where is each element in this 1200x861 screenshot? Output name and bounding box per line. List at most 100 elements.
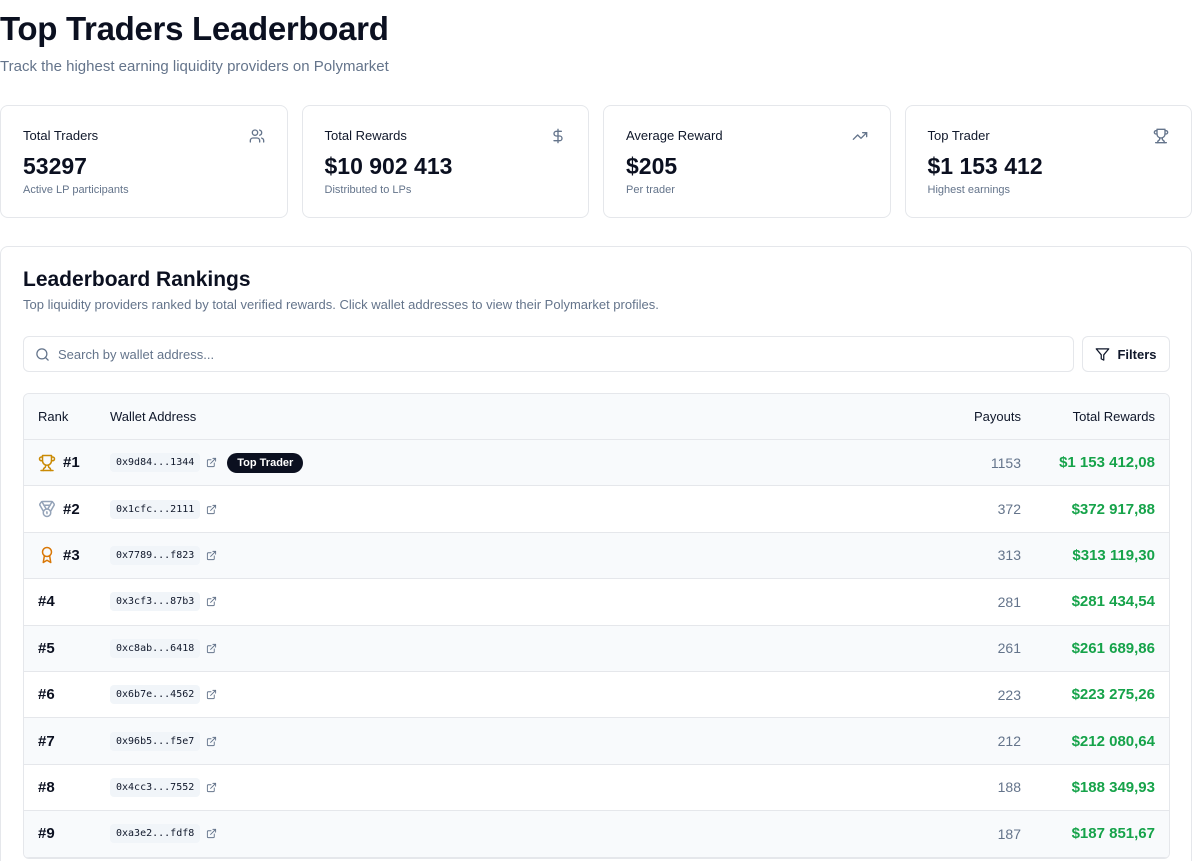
header-rank[interactable]: Rank bbox=[38, 409, 68, 424]
external-link-icon[interactable] bbox=[206, 643, 217, 654]
table-row[interactable]: #1 0x9d84...1344 Top Trader 1153 $1 153 … bbox=[24, 440, 1169, 487]
payouts-cell: 372 bbox=[997, 501, 1021, 518]
wallet-cell: 0x96b5...f5e7 bbox=[110, 718, 217, 763]
wallet-cell: 0x6b7e...4562 bbox=[110, 672, 217, 717]
wallet-address-link[interactable]: 0x9d84...1344 bbox=[110, 453, 201, 473]
payouts-cell: 281 bbox=[997, 593, 1021, 610]
leaderboard-description: Top liquidity providers ranked by total … bbox=[23, 297, 659, 312]
payouts-cell: 187 bbox=[997, 825, 1021, 842]
rank-cell: #1 bbox=[38, 440, 80, 485]
rewards-cell: $188 349,93 bbox=[1071, 778, 1155, 796]
table-row[interactable]: #4 0x3cf3...87b3 281 $281 434,54 bbox=[24, 579, 1169, 626]
stat-card-total-traders: Total Traders 53297 Active LP participan… bbox=[0, 105, 288, 218]
rank-text: #7 bbox=[38, 732, 55, 750]
wallet-cell: 0x9d84...1344 Top Trader bbox=[110, 440, 304, 485]
stat-card-total-rewards: Total Rewards $10 902 413 Distributed to… bbox=[301, 105, 589, 218]
external-link-icon[interactable] bbox=[206, 828, 217, 839]
rewards-cell: $313 119,30 bbox=[1072, 546, 1155, 564]
stat-value: $10 902 413 bbox=[324, 153, 453, 179]
rank-cell: #5 bbox=[38, 626, 55, 671]
wallet-address-link[interactable]: 0x4cc3...7552 bbox=[110, 777, 201, 797]
rewards-cell: $281 434,54 bbox=[1071, 593, 1155, 611]
stats-row: Total Traders 53297 Active LP participan… bbox=[0, 105, 1192, 218]
stat-label: Top Trader bbox=[927, 128, 990, 143]
external-link-icon[interactable] bbox=[206, 550, 217, 561]
rank-cell: #4 bbox=[38, 579, 55, 624]
external-link-icon[interactable] bbox=[206, 689, 217, 700]
rank-cell: #9 bbox=[38, 811, 55, 856]
rewards-cell: $212 080,64 bbox=[1071, 732, 1155, 750]
stat-caption: Distributed to LPs bbox=[324, 184, 412, 196]
stat-caption: Per trader bbox=[626, 184, 675, 196]
rank-text: #2 bbox=[63, 500, 80, 518]
trophy-icon bbox=[1153, 128, 1169, 144]
rewards-cell: $187 851,67 bbox=[1071, 825, 1155, 843]
table-row[interactable]: #2 0x1cfc...2111 372 $372 917,88 bbox=[24, 486, 1169, 533]
header-payouts[interactable]: Payouts bbox=[974, 409, 1021, 424]
payouts-cell: 1153 bbox=[990, 454, 1021, 471]
award-icon bbox=[41, 547, 53, 564]
rank-text: #6 bbox=[38, 686, 55, 704]
stat-label: Total Rewards bbox=[324, 128, 407, 143]
wallet-address-link[interactable]: 0x1cfc...2111 bbox=[110, 499, 201, 519]
external-link-icon[interactable] bbox=[206, 457, 217, 468]
page-title: Top Traders Leaderboard bbox=[0, 10, 389, 47]
header-wallet[interactable]: Wallet Address bbox=[110, 409, 196, 424]
wallet-cell: 0xa3e2...fdf8 bbox=[110, 811, 217, 856]
payouts-cell: 223 bbox=[997, 686, 1021, 703]
table-row[interactable]: #8 0x4cc3...7552 188 $188 349,93 bbox=[24, 765, 1169, 812]
rank-text: #4 bbox=[38, 593, 55, 611]
table-row[interactable]: #6 0x6b7e...4562 223 $223 275,26 bbox=[24, 672, 1169, 719]
payouts-cell: 313 bbox=[997, 547, 1021, 564]
users-icon bbox=[249, 129, 264, 143]
wallet-cell: 0x3cf3...87b3 bbox=[110, 579, 217, 624]
rewards-cell: $1 153 412,08 bbox=[1059, 454, 1155, 472]
table-row[interactable]: #3 0x7789...f823 313 $313 119,30 bbox=[24, 532, 1169, 580]
table-row[interactable]: #9 0xa3e2...fdf8 187 $187 851,67 bbox=[24, 811, 1169, 858]
wallet-address-link[interactable]: 0x3cf3...87b3 bbox=[110, 592, 201, 612]
leaderboard-title: Leaderboard Rankings bbox=[23, 268, 251, 291]
header-rewards[interactable]: Total Rewards bbox=[1073, 409, 1155, 424]
trophy-icon bbox=[38, 454, 56, 471]
search-input[interactable] bbox=[58, 337, 1058, 371]
search-box bbox=[23, 336, 1074, 372]
filters-button[interactable]: Filters bbox=[1082, 336, 1170, 372]
rank-cell: #3 bbox=[38, 533, 80, 578]
wallet-address-link[interactable]: 0x6b7e...4562 bbox=[110, 685, 201, 705]
leaderboard-panel: Leaderboard Rankings Top liquidity provi… bbox=[0, 246, 1192, 861]
filter-icon bbox=[1096, 347, 1110, 361]
wallet-cell: 0xc8ab...6418 bbox=[110, 626, 217, 671]
wallet-address-link[interactable]: 0x96b5...f5e7 bbox=[110, 731, 201, 751]
stat-caption: Active LP participants bbox=[23, 184, 129, 196]
stat-value: $1 153 412 bbox=[927, 153, 1043, 179]
rank-cell: #8 bbox=[38, 765, 55, 810]
rank-cell: #7 bbox=[38, 718, 55, 763]
external-link-icon[interactable] bbox=[206, 736, 217, 747]
rank-text: #8 bbox=[38, 778, 55, 796]
table-row[interactable]: #7 0x96b5...f5e7 212 $212 080,64 bbox=[24, 718, 1169, 765]
stat-value: 53297 bbox=[23, 153, 87, 179]
table-header: Rank Wallet Address Payouts Total Reward… bbox=[24, 394, 1169, 440]
rank-text: #1 bbox=[63, 454, 80, 472]
wallet-address-link[interactable]: 0xc8ab...6418 bbox=[110, 638, 201, 658]
external-link-icon[interactable] bbox=[206, 782, 217, 793]
page-subtitle: Track the highest earning liquidity prov… bbox=[0, 58, 389, 75]
medal-icon bbox=[39, 500, 55, 518]
filters-label: Filters bbox=[1117, 346, 1157, 362]
stat-caption: Highest earnings bbox=[927, 184, 1011, 196]
stat-label: Average Reward bbox=[626, 128, 723, 143]
top-trader-badge: Top Trader bbox=[227, 452, 304, 473]
stat-value: $205 bbox=[626, 153, 678, 179]
rank-text: #5 bbox=[38, 639, 55, 657]
payouts-cell: 212 bbox=[997, 733, 1021, 750]
rank-text: #3 bbox=[63, 546, 80, 564]
stat-card-average-reward: Average Reward $205 Per trader bbox=[603, 105, 891, 218]
wallet-cell: 0x7789...f823 bbox=[110, 533, 217, 578]
wallet-address-link[interactable]: 0xa3e2...fdf8 bbox=[110, 824, 201, 844]
external-link-icon[interactable] bbox=[206, 596, 217, 607]
table-row[interactable]: #5 0xc8ab...6418 261 $261 689,86 bbox=[24, 625, 1169, 672]
payouts-cell: 188 bbox=[997, 779, 1021, 796]
leaderboard-table: Rank Wallet Address Payouts Total Reward… bbox=[23, 393, 1170, 859]
external-link-icon[interactable] bbox=[206, 504, 217, 515]
wallet-address-link[interactable]: 0x7789...f823 bbox=[110, 545, 201, 565]
